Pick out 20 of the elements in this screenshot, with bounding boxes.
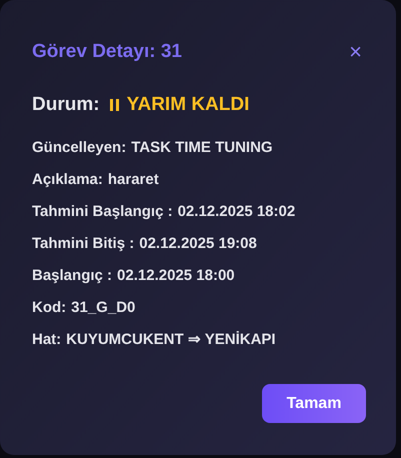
field-label: Hat: xyxy=(32,330,62,349)
field-label: Tahmini Başlangıç : xyxy=(32,202,173,221)
field-value: 02.12.2025 19:08 xyxy=(139,234,257,253)
status-value: YARIM KALDI xyxy=(126,93,250,117)
field-value: TASK TIME TUNING xyxy=(131,138,273,157)
dialog-title: Görev Detayı: 31 xyxy=(32,40,182,64)
field-label: Güncelleyen: xyxy=(32,138,126,157)
field-label: Kod: xyxy=(32,298,66,317)
pause-icon xyxy=(110,99,119,111)
field-label: Tahmini Bitiş : xyxy=(32,234,134,253)
field-value: 31_G_D0 xyxy=(71,298,136,317)
field-value: hararet xyxy=(108,170,159,189)
field-value: 02.12.2025 18:02 xyxy=(178,202,296,221)
status-label: Durum: xyxy=(32,93,100,117)
field-label: Başlangıç : xyxy=(32,266,112,285)
close-button[interactable]: × xyxy=(349,41,362,63)
field-value: KUYUMCUKENT ⇒ YENİKAPI xyxy=(66,330,276,349)
field-label: Açıklama: xyxy=(32,170,103,189)
ok-button[interactable]: Tamam xyxy=(262,384,366,423)
field-value: 02.12.2025 18:00 xyxy=(117,266,235,285)
